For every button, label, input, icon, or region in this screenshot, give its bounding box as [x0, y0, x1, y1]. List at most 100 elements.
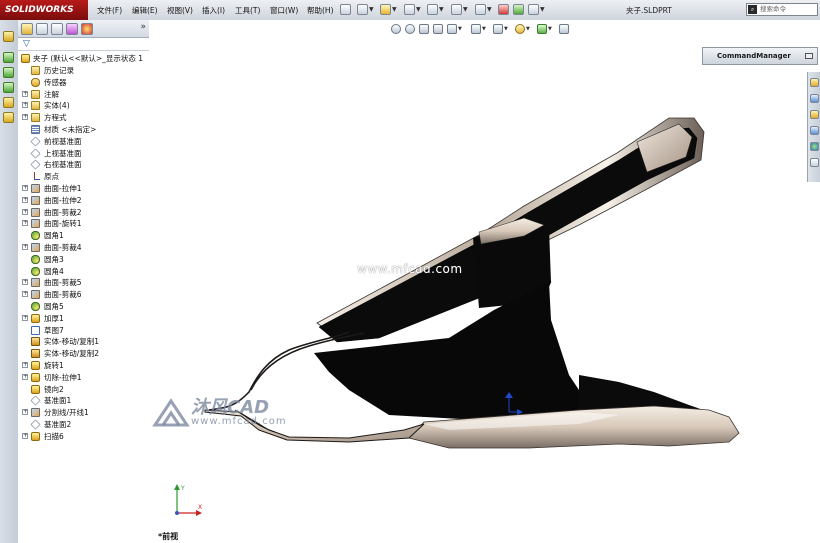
- tree-item[interactable]: 传感器: [18, 77, 149, 89]
- tree-item-label: 实体-移动/复制2: [44, 349, 100, 359]
- reference-triad: Y X: [174, 484, 202, 516]
- tree-item[interactable]: 上视基准面: [18, 148, 149, 160]
- surfaces-icon[interactable]: [3, 82, 14, 93]
- chevron-down-icon[interactable]: ▼: [487, 6, 492, 13]
- menu-insert[interactable]: 插入(I): [202, 5, 225, 16]
- watermark-url: www.mfcad.com: [191, 416, 287, 427]
- expand-icon[interactable]: +: [22, 185, 28, 191]
- expand-icon[interactable]: +: [22, 196, 28, 203]
- solidworks-logo[interactable]: SOLIDWORKS: [0, 0, 88, 20]
- pin-icon[interactable]: [340, 4, 351, 15]
- tree-item[interactable]: 镜向2: [18, 384, 149, 396]
- tree-item[interactable]: + 曲面-剪裁2: [18, 207, 149, 219]
- menu-window[interactable]: 窗口(W): [270, 5, 298, 16]
- tree-item[interactable]: 材质 <未指定>: [18, 124, 149, 136]
- clamp-model[interactable]: [149, 20, 820, 543]
- features-icon[interactable]: [3, 52, 14, 63]
- tree-item-label: 右视基准面: [44, 160, 82, 170]
- tree-item[interactable]: 实体-移动/复制2: [18, 348, 149, 360]
- feature-manager-panel: » ▽ 夹子 (默认<<默认>_显示状态 1 历史记录 传感器 + 注解 + 实体(4) +…: [18, 20, 150, 543]
- expand-icon[interactable]: +: [22, 244, 28, 250]
- menu-help[interactable]: 帮助(H): [307, 5, 334, 16]
- tree-item[interactable]: 原点: [18, 171, 149, 183]
- property-manager-tab-icon[interactable]: [36, 23, 48, 35]
- expand-icon[interactable]: +: [22, 432, 28, 439]
- tree-item[interactable]: 圆角4: [18, 266, 149, 278]
- expand-panel-icon[interactable]: »: [140, 22, 146, 32]
- tree-item[interactable]: + 方程式: [18, 112, 149, 124]
- tree-item[interactable]: 历史记录: [18, 65, 149, 77]
- tree-item[interactable]: 右视基准面: [18, 159, 149, 171]
- expand-icon[interactable]: +: [22, 208, 28, 215]
- expand-icon[interactable]: +: [22, 314, 28, 321]
- options-icon[interactable]: [528, 4, 539, 15]
- tree-item[interactable]: + 加厚1: [18, 313, 149, 325]
- chevron-down-icon[interactable]: ▼: [369, 6, 374, 13]
- tree-item[interactable]: + 曲面-拉伸1: [18, 183, 149, 195]
- tree-item[interactable]: + 曲面-拉伸2: [18, 195, 149, 207]
- tree-item[interactable]: 草图7: [18, 325, 149, 337]
- tree-item[interactable]: + 旋转1: [18, 360, 149, 372]
- sweep-icon: [31, 431, 40, 441]
- tree-item[interactable]: + 曲面-旋转1: [18, 218, 149, 230]
- menu-file[interactable]: 文件(F): [97, 5, 122, 16]
- tree-item[interactable]: + 曲面-剪裁4: [18, 242, 149, 254]
- print-icon[interactable]: [427, 4, 438, 15]
- feature-tree-tab-icon[interactable]: [21, 23, 33, 35]
- chevron-down-icon[interactable]: ▼: [540, 6, 545, 13]
- tree-item[interactable]: 圆角1: [18, 230, 149, 242]
- tree-item[interactable]: + 曲面-剪裁5: [18, 277, 149, 289]
- save-icon[interactable]: [404, 4, 415, 15]
- evaluate-icon[interactable]: [3, 97, 14, 108]
- dimxpert-icon[interactable]: [3, 112, 14, 123]
- revolve-icon: [31, 361, 40, 370]
- expand-icon[interactable]: +: [22, 279, 28, 286]
- menu-edit[interactable]: 编辑(E): [132, 5, 158, 16]
- graphics-area[interactable]: ▼ ▼ ▼ ▼ ▼ CommandManager www.mfcad.com 沐…: [149, 20, 820, 543]
- dimxpert-manager-tab-icon[interactable]: [66, 23, 78, 35]
- tree-item[interactable]: 圆角3: [18, 254, 149, 266]
- feature-filter[interactable]: ▽: [18, 38, 149, 51]
- expand-icon[interactable]: +: [22, 220, 28, 227]
- expand-icon[interactable]: +: [22, 373, 28, 380]
- tree-item[interactable]: 实体-移动/复制1: [18, 336, 149, 348]
- home-icon[interactable]: [3, 31, 14, 42]
- filter-icon[interactable]: ▽: [23, 39, 30, 49]
- chevron-down-icon[interactable]: ▼: [439, 6, 444, 13]
- tree-item[interactable]: + 实体(4): [18, 100, 149, 112]
- tree-item[interactable]: + 注解: [18, 89, 149, 101]
- tree-root[interactable]: 夹子 (默认<<默认>_显示状态 1: [18, 53, 149, 65]
- tree-item[interactable]: + 扫描6: [18, 431, 149, 443]
- expand-icon[interactable]: +: [22, 291, 28, 298]
- tree-item-label: 圆角1: [44, 231, 64, 241]
- annotation-icon: [31, 89, 40, 99]
- new-document-icon[interactable]: [357, 4, 368, 15]
- expand-icon[interactable]: +: [22, 362, 28, 368]
- expand-icon[interactable]: +: [22, 409, 28, 416]
- expand-icon[interactable]: +: [22, 114, 28, 121]
- tree-item[interactable]: + 曲面-剪裁6: [18, 289, 149, 301]
- tree-item[interactable]: 基准面2: [18, 419, 149, 431]
- menu-tools[interactable]: 工具(T): [235, 5, 260, 16]
- menu-view[interactable]: 视图(V): [167, 5, 193, 16]
- expand-icon[interactable]: +: [22, 90, 28, 97]
- tree-item-label: 分割线/开线1: [44, 408, 89, 418]
- file-properties-icon[interactable]: [513, 4, 524, 15]
- open-icon[interactable]: [380, 4, 391, 15]
- search-commands-input[interactable]: ⌕ 搜索命令: [746, 3, 818, 16]
- chevron-down-icon[interactable]: ▼: [416, 6, 421, 13]
- undo-icon[interactable]: [451, 4, 462, 15]
- tree-item[interactable]: + 切除-拉伸1: [18, 372, 149, 384]
- expand-icon[interactable]: +: [22, 102, 28, 109]
- sketch-tools-icon[interactable]: [3, 67, 14, 78]
- tree-item[interactable]: 基准面1: [18, 395, 149, 407]
- tree-item[interactable]: + 分割线/开线1: [18, 407, 149, 419]
- configuration-manager-tab-icon[interactable]: [51, 23, 63, 35]
- tree-item[interactable]: 前视基准面: [18, 136, 149, 148]
- select-icon[interactable]: [475, 4, 486, 15]
- display-manager-tab-icon[interactable]: [81, 23, 93, 35]
- rebuild-icon[interactable]: [498, 4, 509, 15]
- tree-item[interactable]: 圆角5: [18, 301, 149, 313]
- chevron-down-icon[interactable]: ▼: [392, 6, 397, 13]
- chevron-down-icon[interactable]: ▼: [463, 6, 468, 13]
